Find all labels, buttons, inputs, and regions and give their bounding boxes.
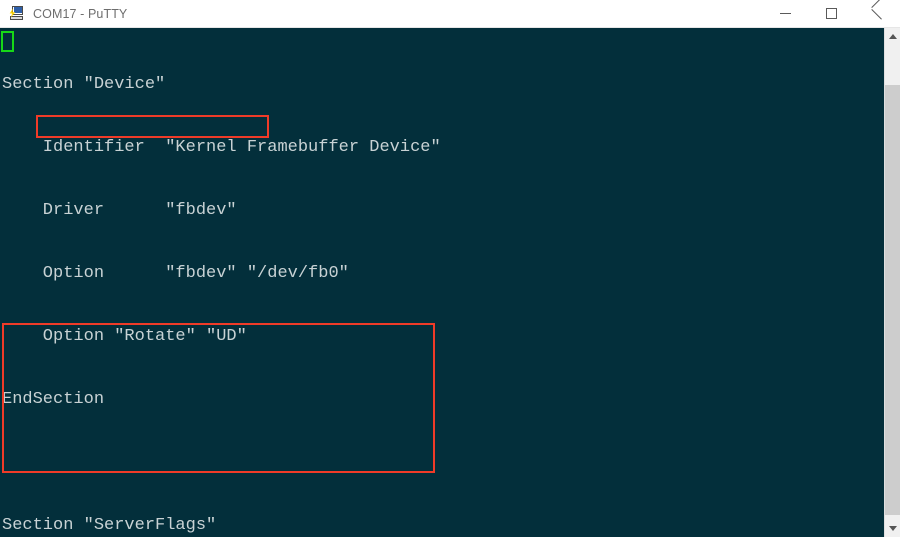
terminal-line: EndSection bbox=[2, 390, 105, 409]
scrollbar-thumb[interactable] bbox=[885, 85, 900, 515]
putty-icon bbox=[8, 5, 26, 23]
terminal-line: Identifier "Kernel Framebuffer Device" bbox=[2, 138, 441, 157]
terminal-line: Section "ServerFlags" bbox=[2, 516, 217, 535]
terminal-line: Driver "fbdev" bbox=[2, 201, 237, 220]
terminal-screen[interactable]: Section "Device" Identifier "Kernel Fram… bbox=[0, 28, 884, 537]
maximize-icon bbox=[825, 8, 837, 19]
window-controls bbox=[762, 0, 900, 28]
terminal-line: Option "fbdev" "/dev/fb0" bbox=[2, 264, 349, 283]
close-icon bbox=[871, 8, 883, 20]
scroll-up-arrow-icon[interactable] bbox=[885, 28, 900, 45]
vertical-scrollbar[interactable] bbox=[884, 28, 900, 537]
scrollbar-track[interactable] bbox=[885, 45, 900, 85]
terminal-line: Section "Device" bbox=[2, 75, 166, 94]
scroll-down-arrow-icon[interactable] bbox=[885, 520, 900, 537]
close-button[interactable] bbox=[854, 0, 900, 28]
minimize-icon bbox=[779, 13, 791, 14]
title-bar[interactable]: COM17 - PuTTY bbox=[0, 0, 900, 28]
putty-window: COM17 - PuTTY Section "Device" Identifie… bbox=[0, 0, 900, 537]
window-title: COM17 - PuTTY bbox=[33, 6, 128, 21]
terminal-line: Option "Rotate" "UD" bbox=[2, 327, 247, 346]
maximize-button[interactable] bbox=[808, 0, 854, 28]
minimize-button[interactable] bbox=[762, 0, 808, 28]
